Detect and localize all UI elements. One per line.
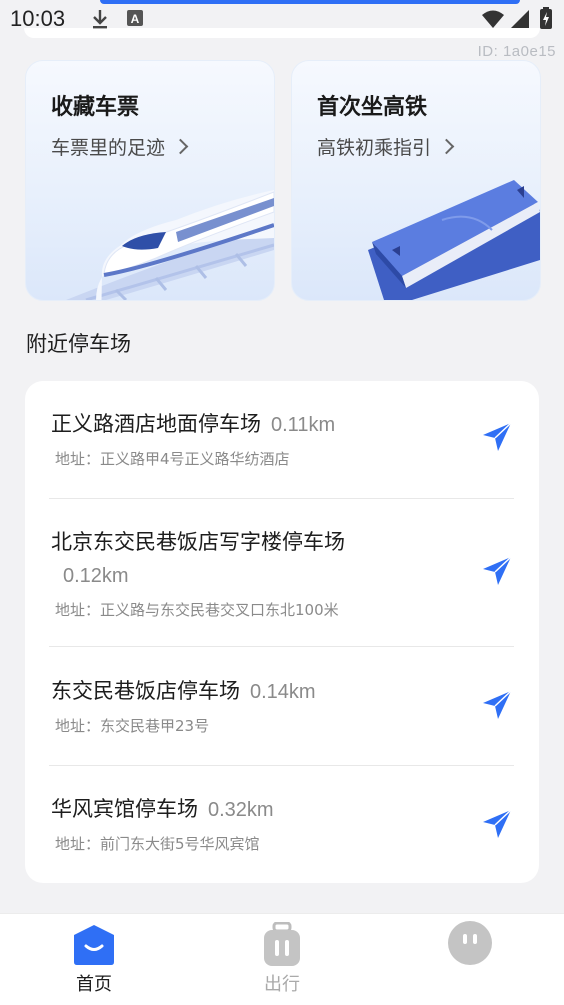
parking-distance: 0.11km: [271, 414, 336, 436]
wifi-icon: [481, 9, 505, 33]
tab-label: 出行: [264, 974, 300, 995]
parking-name-line: 华风宾馆停车场 0.32km: [51, 793, 514, 827]
parking-name-line: 北京东交民巷饭店写字楼停车场 0.12km: [51, 526, 481, 593]
home-icon: [72, 924, 116, 970]
parking-item[interactable]: 东交民巷饭店停车场 0.14km 地址：东交民巷甲23号: [51, 675, 514, 736]
card-title: 收藏车票: [51, 95, 140, 120]
tab-label: 首页: [76, 974, 112, 995]
navigate-icon[interactable]: [481, 421, 515, 455]
parking-item[interactable]: 北京东交民巷饭店写字楼停车场 0.12km 地址：正义路与东交民巷交叉口东北10…: [51, 526, 481, 620]
id-watermark: ID: 1a0e15: [477, 43, 556, 60]
tab-travel[interactable]: 出行: [212, 914, 352, 1005]
battery-charging-icon: [540, 7, 552, 33]
favorite-tickets-card[interactable]: 收藏车票 车票里的足迹: [25, 60, 275, 301]
parking-item[interactable]: 华风宾馆停车场 0.32km 地址：前门东大街5号华风宾馆: [51, 793, 514, 854]
divider: [49, 646, 514, 647]
signal-icon: [510, 9, 530, 33]
parking-distance: 0.32km: [208, 799, 274, 821]
parking-distance: 0.12km: [63, 565, 129, 587]
status-time: 10:03: [10, 6, 66, 31]
guide-book-illustration: [368, 180, 540, 300]
card-title: 首次坐高铁: [317, 95, 428, 120]
parking-address: 地址：东交民巷甲23号: [55, 717, 210, 735]
top-accent-strip: [100, 0, 520, 4]
navigate-icon[interactable]: [481, 555, 515, 589]
keyboard-a-icon: A: [126, 8, 144, 32]
parking-name: 华风宾馆停车场: [51, 797, 198, 821]
nearby-parking-section-title: 附近停车场: [26, 332, 131, 356]
parking-name-line: 正义路酒店地面停车场 0.11km: [51, 408, 514, 442]
navigate-icon[interactable]: [481, 808, 515, 842]
divider: [49, 765, 514, 766]
profile-face-icon: [447, 920, 493, 970]
parking-address: 地址：正义路甲4号正义路华纺酒店: [55, 450, 290, 468]
luggage-icon: [262, 921, 302, 972]
parking-distance: 0.14km: [250, 681, 316, 703]
tab-profile[interactable]: [400, 914, 540, 1005]
parking-name: 正义路酒店地面停车场: [51, 412, 261, 436]
parking-name: 北京东交民巷饭店写字楼停车场: [51, 530, 345, 554]
navigate-icon[interactable]: [481, 689, 515, 723]
parking-name-line: 东交民巷饭店停车场 0.14km: [51, 675, 514, 709]
bullet-train-illustration: [66, 190, 274, 300]
first-high-speed-rail-card[interactable]: 首次坐高铁 高铁初乘指引: [291, 60, 541, 301]
svg-text:A: A: [131, 12, 140, 26]
parking-address: 地址：正义路与东交民巷交叉口东北100米: [55, 601, 339, 619]
divider: [49, 498, 514, 499]
parking-name: 东交民巷饭店停车场: [51, 679, 240, 703]
status-bar: 10:03 A: [0, 0, 564, 40]
tab-home[interactable]: 首页: [24, 914, 164, 1005]
download-icon: [90, 8, 110, 34]
parking-item[interactable]: 正义路酒店地面停车场 0.11km 地址：正义路甲4号正义路华纺酒店: [51, 408, 514, 469]
parking-list: 正义路酒店地面停车场 0.11km 地址：正义路甲4号正义路华纺酒店 北京东交民巷…: [25, 381, 539, 883]
parking-address: 地址：前门东大街5号华风宾馆: [55, 835, 260, 853]
bottom-nav: 首页 出行: [0, 913, 564, 1005]
